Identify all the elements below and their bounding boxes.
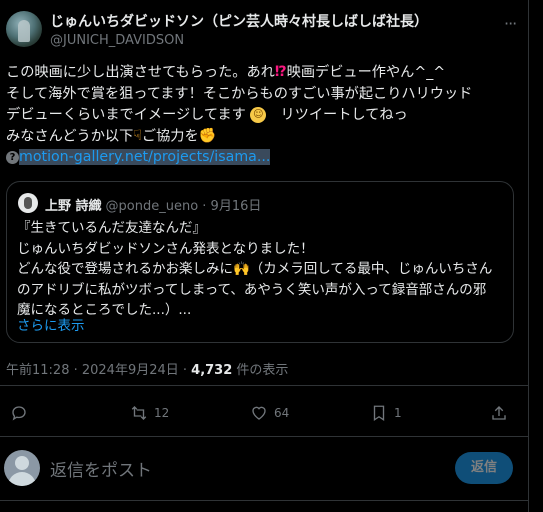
author-avatar[interactable]: [6, 11, 42, 47]
show-more-link[interactable]: さらに表示: [17, 314, 85, 334]
quoted-tweet-card[interactable]: 上野 詩織 @ponde_ueno · 9月16日 『生きているんだ友達なんだ』 …: [6, 181, 514, 343]
reply-composer: 返信をポスト 返信: [0, 446, 528, 490]
retweet-button[interactable]: 12: [130, 404, 169, 422]
reply-input[interactable]: 返信をポスト: [50, 456, 152, 481]
quoted-line: じゅんいちダビッドソンさん発表となりました！: [17, 240, 314, 257]
tweet-text: ご協力を: [141, 128, 199, 144]
quoted-author-avatar[interactable]: [18, 193, 38, 213]
bookmark-button[interactable]: 1: [370, 404, 402, 422]
quoted-line: 魔になるところでした...）...: [17, 302, 192, 318]
tweet-text: デビューくらいまでイメージしてます: [6, 106, 246, 123]
tweet-meta: 午前11:28 · 2024年9月24日 · 4,732 件の表示: [6, 359, 288, 378]
tweet-line-5: ? motion-gallery.net/projects/isama...: [6, 147, 518, 168]
like-button[interactable]: 64: [250, 404, 289, 422]
retweet-count: 12: [154, 406, 170, 420]
tweet-line-4: みなさんどうか以下☟ご協力を✊: [6, 126, 518, 148]
quoted-tweet-text: 『生きているんだ友達なんだ』 じゅんいちダビッドソンさん発表となりました！ どん…: [17, 218, 507, 321]
tweet-header: じゅんいちダビッドソン（ピン芸人時々村長しばしば社長） @JUNICH_DAVI…: [6, 8, 518, 52]
tweet-text: この映画に少し出演させてもらった。あれ: [6, 64, 275, 81]
tweet-line-3: デビューくらいまでイメージしてます ☺ リツイートしてねっ: [6, 105, 518, 126]
tweet-link[interactable]: motion-gallery.net/projects/isama...: [19, 149, 271, 165]
quoted-line: のアドリブに私がツボってしまって、あやうく笑い声が入って録音部さんの邪: [17, 281, 487, 298]
divider: [0, 385, 528, 386]
fist-emoji-icon: ✊: [198, 127, 217, 144]
views-count: 4,732: [191, 363, 233, 378]
action-bar: 12 64 1: [0, 396, 528, 432]
views-label: 件の表示: [232, 363, 289, 378]
retweet-icon: [131, 406, 147, 420]
timestamp[interactable]: 午前11:28 · 2024年9月24日 ·: [6, 363, 191, 378]
interrobang-emoji-icon: ⁉: [274, 64, 287, 80]
bookmark-icon: [373, 405, 385, 422]
reply-icon: [12, 406, 26, 421]
share-icon: [492, 406, 506, 420]
author-display-name[interactable]: じゅんいちダビッドソン（ピン芸人時々村長しばしば社長）: [50, 11, 428, 31]
divider: [0, 436, 528, 437]
tweet-body: この映画に少し出演させてもらった。あれ⁉映画デビュー作やん^_^ そして海外で賞…: [6, 62, 518, 168]
question-mark-icon: ?: [6, 150, 19, 164]
point-down-emoji-icon: ☟: [133, 127, 142, 144]
frame-border: [528, 0, 529, 512]
tweet-line-2: そして海外で賞を狙ってます！そこからものすごい事が起こりハリウッド: [6, 85, 473, 102]
tweet-line-1: この映画に少し出演させてもらった。あれ⁉映画デビュー作やん^_^: [6, 62, 518, 84]
quoted-author-meta: @ponde_ueno · 9月16日: [105, 199, 262, 214]
user-avatar[interactable]: [4, 450, 40, 486]
tweet-text: 映画デビュー作やん^_^: [286, 64, 446, 81]
smiling-face-emoji-icon: ☺: [250, 106, 267, 123]
quoted-author-name[interactable]: 上野 詩織: [45, 199, 102, 214]
quoted-author-line: 上野 詩織 @ponde_ueno · 9月16日: [45, 195, 261, 214]
tweet-text: みなさんどうか以下: [6, 128, 134, 144]
quoted-line: どんな役で登場されるかお楽しみに🙌（カメラ回してる最中、じゅんいちさん: [17, 261, 493, 277]
tweet-text: リツイートしてねっ: [266, 106, 408, 123]
reply-button[interactable]: [10, 404, 28, 422]
reply-submit-button[interactable]: 返信: [455, 452, 513, 484]
bookmark-count: 1: [394, 406, 402, 420]
share-button[interactable]: [490, 404, 508, 422]
author-handle[interactable]: @JUNICH_DAVIDSON: [50, 33, 184, 48]
quoted-line: 『生きているんだ友達なんだ』: [17, 220, 206, 236]
heart-icon: [252, 406, 266, 420]
divider: [0, 500, 528, 501]
more-options-icon[interactable]: ···: [504, 14, 517, 33]
like-count: 64: [274, 406, 290, 420]
